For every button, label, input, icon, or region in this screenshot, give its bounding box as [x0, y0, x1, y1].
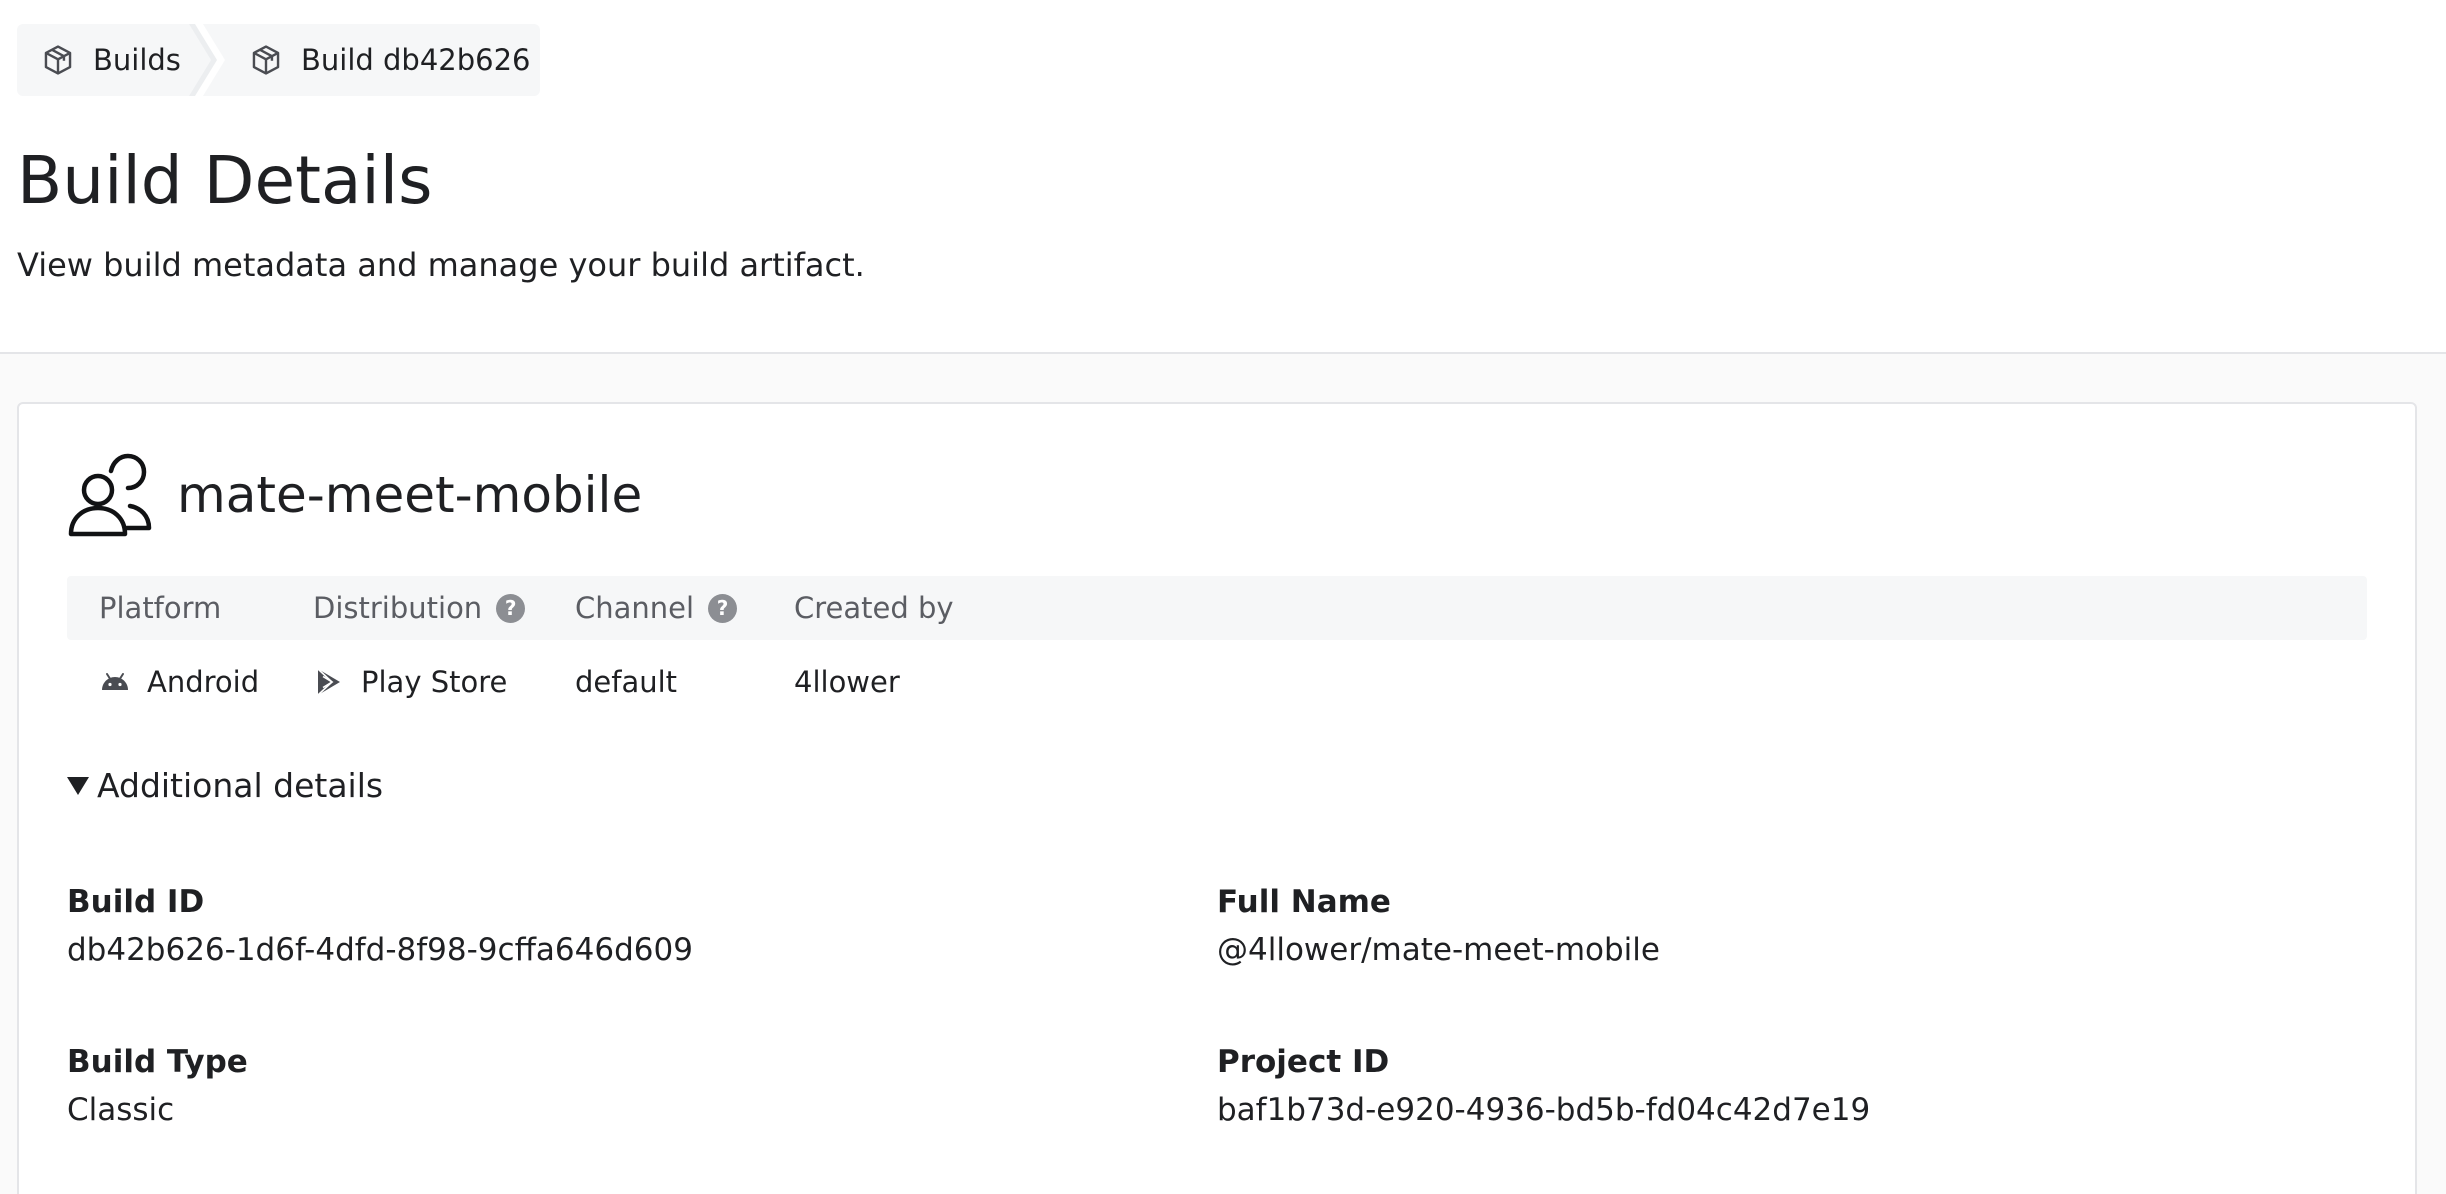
project-row: mate-meet-mobile — [67, 450, 642, 540]
channel-value: default — [575, 650, 677, 714]
breadcrumb-item-builds[interactable]: Builds — [41, 24, 181, 96]
field-project-id: Project ID baf1b73d-e920-4936-bd5b-fd04c… — [1217, 1040, 1870, 1136]
meta-table-row: Android Play Store default 4llower — [67, 650, 2367, 714]
platform-label: Android — [147, 665, 260, 699]
field-value: baf1b73d-e920-4936-bd5b-fd04c42d7e19 — [1217, 1092, 1871, 1128]
breadcrumb: Builds Build db42b626 — [17, 24, 540, 96]
field-build-id: Build ID db42b626-1d6f-4dfd-8f98-9cffa64… — [67, 880, 693, 976]
meta-table-header: Platform Distribution ? Channel ? Create… — [67, 576, 2367, 640]
field-label: Build Type — [67, 1044, 248, 1080]
created-by-value: 4llower — [794, 650, 900, 714]
page-title: Build Details — [17, 142, 433, 219]
field-label: Project ID — [1217, 1044, 1390, 1080]
breadcrumb-separator — [189, 24, 225, 96]
help-icon[interactable]: ? — [496, 593, 526, 623]
platform-value: Android — [99, 650, 259, 714]
help-icon[interactable]: ? — [708, 593, 738, 623]
additional-details-toggle[interactable]: Additional details — [67, 766, 383, 805]
cube-icon — [44, 45, 72, 75]
column-platform: Platform — [99, 576, 221, 640]
field-label: Full Name — [1217, 884, 1391, 920]
android-icon — [102, 673, 128, 690]
column-distribution: Distribution ? — [313, 576, 526, 640]
column-channel: Channel ? — [575, 576, 738, 640]
column-label: Created by — [794, 591, 954, 625]
users-icon — [68, 453, 152, 537]
page-subtitle: View build metadata and manage your buil… — [17, 246, 865, 284]
distribution-value: Play Store — [313, 650, 507, 714]
distribution-label: Play Store — [361, 665, 508, 699]
column-label: Platform — [99, 591, 222, 625]
field-build-type: Build Type Classic — [67, 1040, 248, 1136]
breadcrumb-item-current-build[interactable]: Build db42b626 — [249, 24, 531, 96]
column-created-by: Created by — [794, 576, 954, 640]
field-value: @4llower/mate-meet-mobile — [1217, 932, 1660, 968]
field-value: Classic — [67, 1092, 175, 1128]
column-label: Distribution — [313, 591, 483, 625]
field-label: Build ID — [67, 884, 205, 920]
build-card: mate-meet-mobile Platform Distribution ?… — [17, 402, 2417, 1194]
triangle-down-icon — [67, 776, 89, 795]
column-label: Channel — [575, 591, 695, 625]
additional-details-label: Additional details — [97, 766, 384, 805]
cube-icon — [252, 45, 280, 75]
field-value: db42b626-1d6f-4dfd-8f98-9cffa646d609 — [67, 932, 693, 968]
play-store-icon — [317, 668, 340, 696]
breadcrumb-label: Builds — [93, 43, 181, 77]
project-name[interactable]: mate-meet-mobile — [177, 466, 642, 524]
page-header: Builds Build db42b626 Build Details View… — [0, 0, 2446, 354]
content-area: mate-meet-mobile Platform Distribution ?… — [0, 354, 2446, 1194]
channel-label: default — [575, 665, 678, 699]
breadcrumb-label: Build db42b626 — [301, 43, 531, 77]
field-full-name: Full Name @4llower/mate-meet-mobile — [1217, 880, 1660, 976]
created-by-label[interactable]: 4llower — [794, 665, 900, 699]
